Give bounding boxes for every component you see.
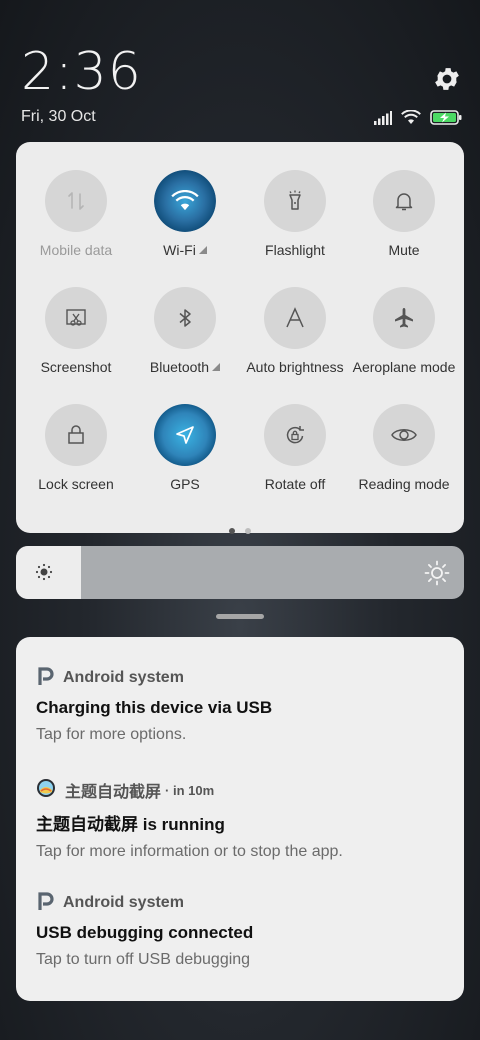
- tile-label: Wi-Fi: [163, 242, 196, 258]
- tile-mute[interactable]: Mute: [345, 170, 463, 258]
- mobile-data-icon: [45, 170, 107, 232]
- notification-body: Tap to turn off USB debugging: [36, 951, 251, 968]
- flashlight-icon: [264, 170, 326, 232]
- notification-app-name: Android system: [63, 894, 184, 911]
- tile-rotate-off[interactable]: Rotate off: [236, 404, 354, 492]
- tile-flashlight[interactable]: Flashlight: [236, 170, 354, 258]
- tile-gps[interactable]: GPS: [126, 404, 244, 492]
- android-system-icon: [36, 666, 54, 691]
- notification-app-name: 主题自动截屏: [65, 784, 162, 801]
- system-status-icons: [374, 109, 462, 130]
- clock-time: 2:36: [21, 42, 142, 102]
- tile-label: Flashlight: [265, 242, 325, 258]
- tile-label: GPS: [170, 476, 200, 492]
- tile-label: Auto brightness: [246, 359, 344, 375]
- tile-auto-brightness[interactable]: Auto brightness: [236, 287, 354, 375]
- notification-item[interactable]: 主题自动截屏 · in 10m 主题自动截屏 is running Tap fo…: [36, 778, 446, 861]
- tile-label: Rotate off: [264, 476, 326, 492]
- tile-label: Screenshot: [40, 359, 112, 375]
- rotate-lock-icon: [264, 404, 326, 466]
- tile-label: Reading mode: [358, 476, 450, 492]
- brightness-slider[interactable]: [16, 546, 464, 599]
- page-dot-2[interactable]: [245, 528, 251, 534]
- tile-label: Lock screen: [38, 476, 114, 492]
- android-system-icon: [36, 891, 54, 916]
- notification-body: Tap for more options.: [36, 726, 187, 743]
- tile-screenshot[interactable]: Screenshot: [17, 287, 135, 375]
- notification-time: · in 10m: [165, 782, 215, 798]
- auto-brightness-icon: [264, 287, 326, 349]
- notification-title: 主题自动截屏 is running: [36, 815, 225, 834]
- tile-label: Aeroplane mode: [352, 359, 456, 375]
- page-dot-1[interactable]: [229, 528, 235, 534]
- tile-lock-screen[interactable]: Lock screen: [17, 404, 135, 492]
- bell-icon: [373, 170, 435, 232]
- eye-icon: [373, 404, 435, 466]
- notification-body: Tap for more information or to stop the …: [36, 843, 343, 860]
- tile-mobile-data[interactable]: Mobile data: [17, 170, 135, 258]
- tile-reading-mode[interactable]: Reading mode: [345, 404, 463, 492]
- notification-app-name: Android system: [63, 669, 184, 686]
- expand-indicator-icon: [212, 363, 221, 371]
- tile-label: Mobile data: [39, 242, 113, 258]
- app-theme-icon: [36, 778, 56, 803]
- tile-aeroplane-mode[interactable]: Aeroplane mode: [345, 287, 463, 375]
- screenshot-icon: [45, 287, 107, 349]
- battery-charging-icon: [430, 110, 462, 130]
- gps-icon: [154, 404, 216, 466]
- settings-gear-icon[interactable]: [432, 64, 462, 94]
- notification-title: Charging this device via USB: [36, 698, 273, 717]
- notification-item[interactable]: Android system Charging this device via …: [36, 666, 446, 744]
- tile-bluetooth[interactable]: Bluetooth: [126, 287, 244, 375]
- drag-handle[interactable]: [216, 614, 264, 619]
- expand-indicator-icon: [198, 246, 207, 254]
- clock-date: Fri, 30 Oct: [21, 108, 96, 125]
- tile-label: Mute: [388, 242, 420, 258]
- airplane-icon: [373, 287, 435, 349]
- wifi-icon: [401, 109, 421, 130]
- lock-icon: [45, 404, 107, 466]
- notification-title: USB debugging connected: [36, 923, 254, 942]
- page-indicator: [16, 521, 464, 539]
- wifi-icon: [154, 170, 216, 232]
- quick-settings-panel: Mobile data Wi-Fi Flashlight Mute Screen…: [16, 142, 464, 534]
- signal-icon: [374, 110, 392, 130]
- bluetooth-icon: [154, 287, 216, 349]
- notification-panel: Android system Charging this device via …: [16, 637, 464, 1001]
- notification-item[interactable]: Android system USB debugging connected T…: [36, 891, 446, 969]
- brightness-low-icon: [34, 562, 54, 587]
- tile-label: Bluetooth: [149, 359, 210, 375]
- tile-wifi[interactable]: Wi-Fi: [126, 170, 244, 258]
- brightness-high-icon: [424, 560, 450, 591]
